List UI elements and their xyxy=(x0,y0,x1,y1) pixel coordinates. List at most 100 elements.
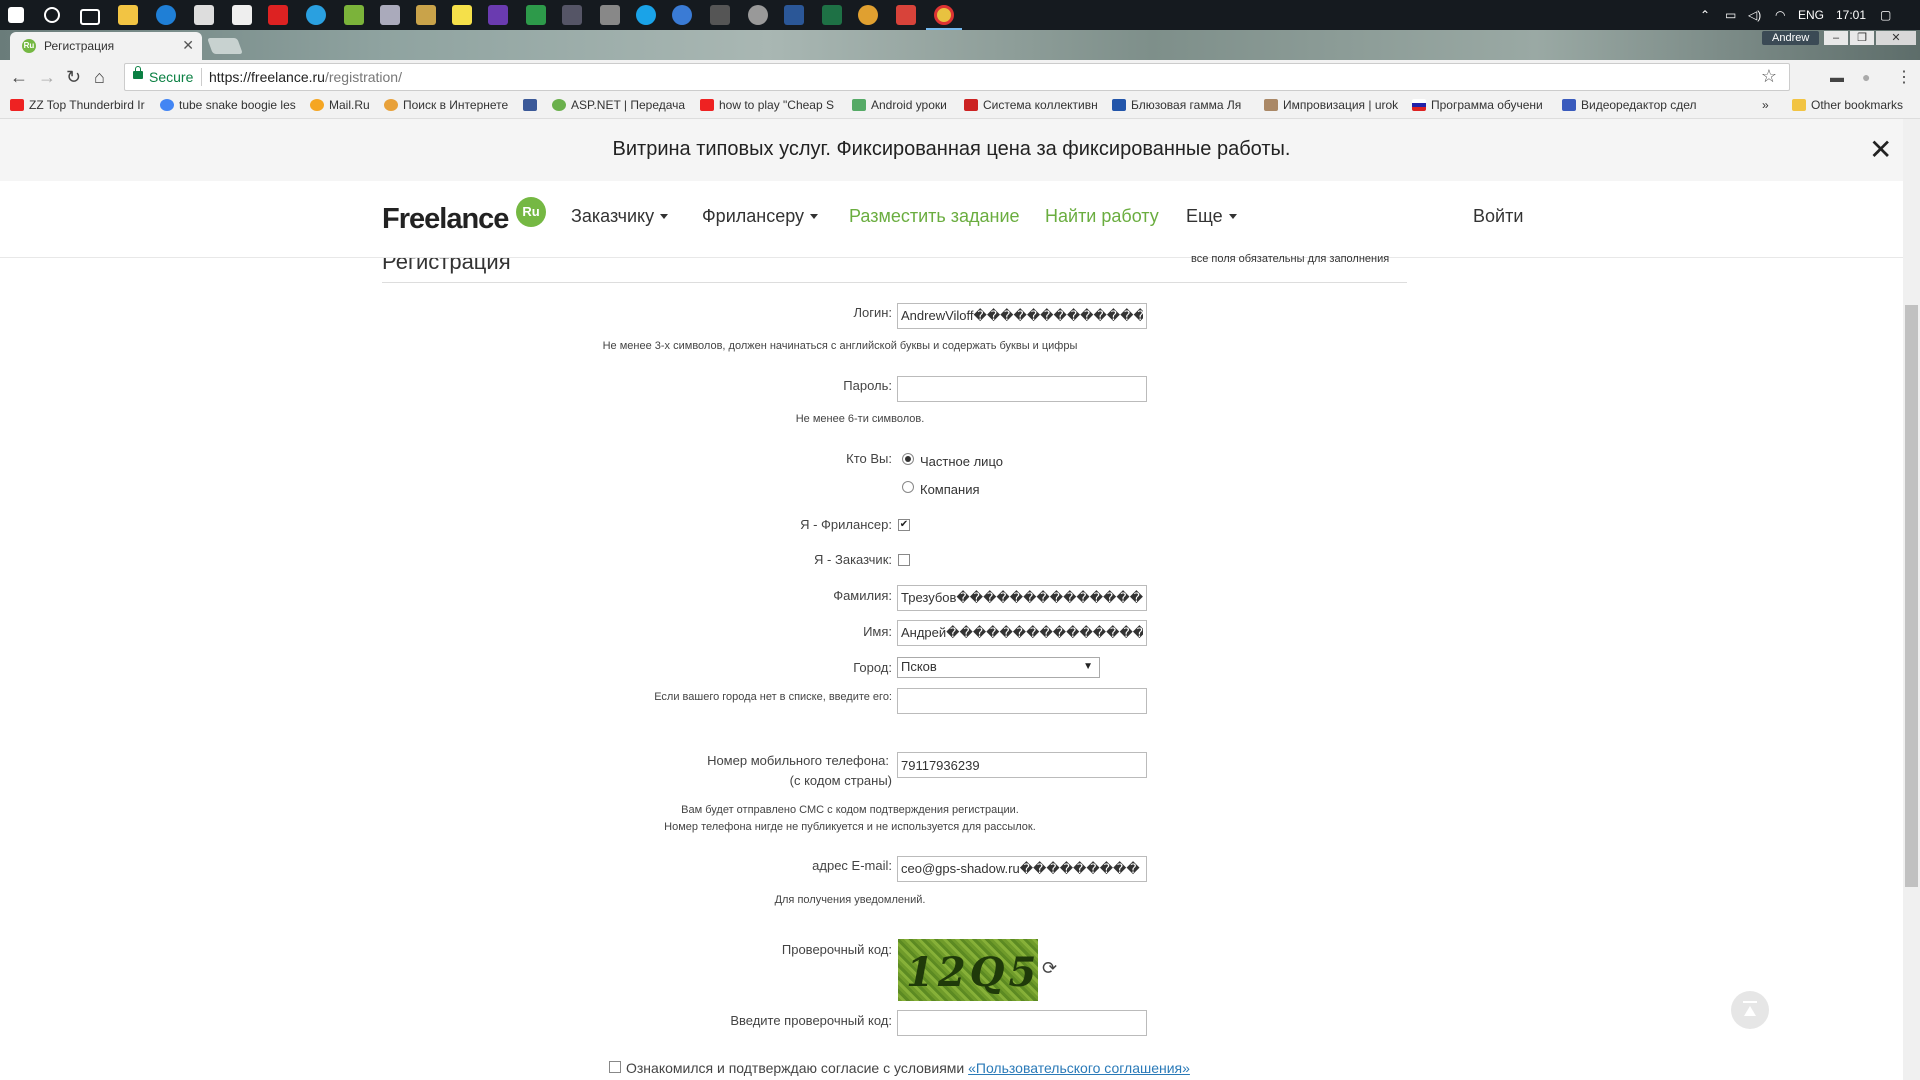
bookmark-item[interactable]: Система коллективн xyxy=(964,98,1104,112)
volume-icon[interactable]: ◁) xyxy=(1748,0,1761,30)
forward-icon[interactable]: → xyxy=(38,67,56,88)
city-other-label: Если вашего города нет в списке, введите… xyxy=(654,691,892,703)
file-explorer-icon[interactable] xyxy=(118,5,138,25)
email-input[interactable] xyxy=(897,856,1147,882)
chrome-icon[interactable] xyxy=(934,5,954,25)
bookmarks-overflow-icon[interactable]: » xyxy=(1762,98,1769,112)
login-input[interactable] xyxy=(897,303,1147,329)
search-icon[interactable] xyxy=(44,7,60,23)
android-studio-icon[interactable] xyxy=(344,5,364,25)
bookmark-item[interactable]: tube snake boogie les xyxy=(160,98,298,112)
browser-tab[interactable]: Ru Регистрация ✕ xyxy=(10,32,202,60)
required-note: все поля обязательны для заполнения xyxy=(1191,253,1390,265)
bookmark-item[interactable]: how to play "Cheap S xyxy=(700,98,838,112)
customer-checkbox[interactable] xyxy=(898,554,910,566)
bookmark-item[interactable]: Импровизация | urok xyxy=(1264,98,1399,112)
app-icon[interactable] xyxy=(600,5,620,25)
scroll-to-top-button[interactable] xyxy=(1731,991,1769,1029)
settings-icon[interactable] xyxy=(748,5,768,25)
nav-find-work[interactable]: Найти работу xyxy=(1045,206,1159,227)
tray-chevron-icon[interactable]: ⌃ xyxy=(1700,0,1710,30)
bookmark-item[interactable]: ASP.NET | Передача xyxy=(552,98,687,112)
bookmark-item[interactable]: Блюзовая гамма Ля xyxy=(1112,98,1250,112)
url-text[interactable]: https://freelance.ru/registration/ xyxy=(209,69,402,85)
wifi-icon[interactable]: ◠ xyxy=(1775,0,1785,30)
crown-icon xyxy=(1562,99,1576,111)
task-view-icon[interactable] xyxy=(80,9,100,25)
word-icon[interactable] xyxy=(784,5,804,25)
radio-private-label[interactable]: Частное лицо xyxy=(920,454,1003,469)
app-icon[interactable] xyxy=(672,5,692,25)
name-input[interactable] xyxy=(897,620,1147,646)
city-other-input[interactable] xyxy=(897,688,1147,714)
sticky-notes-icon[interactable] xyxy=(452,5,472,25)
windows-start-icon[interactable] xyxy=(8,7,24,23)
back-icon[interactable]: ← xyxy=(10,67,28,88)
bookmark-item[interactable]: Программа обучени xyxy=(1412,98,1550,112)
nav-more[interactable]: Еще xyxy=(1186,206,1237,227)
restore-button[interactable]: ❐ xyxy=(1850,31,1874,45)
login-link[interactable]: Войти xyxy=(1473,206,1523,227)
clock[interactable]: 17:01 xyxy=(1836,0,1866,30)
visual-studio-icon[interactable] xyxy=(488,5,508,25)
app-icon[interactable] xyxy=(858,5,878,25)
bookmark-item[interactable]: Android уроки xyxy=(852,98,952,112)
reload-icon[interactable]: ↻ xyxy=(66,67,81,88)
other-bookmarks[interactable]: Other bookmarks xyxy=(1792,98,1903,112)
app-icon[interactable] xyxy=(416,5,436,25)
acrobat-icon[interactable] xyxy=(268,5,288,25)
page-scrollbar[interactable] xyxy=(1903,119,1920,1080)
excel-icon[interactable] xyxy=(822,5,842,25)
radio-private[interactable] xyxy=(902,453,914,465)
app-icon[interactable] xyxy=(710,5,730,25)
close-icon[interactable]: ✕ xyxy=(1869,133,1892,166)
close-window-button[interactable]: ✕ xyxy=(1876,31,1916,45)
site-logo[interactable]: Freelance xyxy=(382,203,509,236)
captcha-text: 12Q5 xyxy=(906,949,1041,996)
battery-icon[interactable]: ▭ xyxy=(1725,0,1736,30)
store-icon[interactable] xyxy=(194,5,214,25)
tab-close-icon[interactable]: ✕ xyxy=(182,37,194,54)
bookmark-item[interactable] xyxy=(523,98,543,112)
radio-company-label[interactable]: Компания xyxy=(920,482,980,497)
bookmark-item[interactable]: Видеоредактор сдел xyxy=(1562,98,1698,112)
user-agreement-link[interactable]: «Пользовательского соглашения» xyxy=(968,1060,1190,1076)
bookmark-item[interactable]: ZZ Top Thunderbird Ir xyxy=(10,98,148,112)
profile-badge[interactable]: Andrew xyxy=(1762,31,1820,45)
bookmark-item[interactable]: Mail.Ru xyxy=(310,98,376,112)
password-input[interactable] xyxy=(897,376,1147,402)
ie-icon[interactable] xyxy=(306,5,326,25)
language-indicator[interactable]: ENG xyxy=(1798,0,1824,30)
banner-text: Витрина типовых услуг. Фиксированная цен… xyxy=(612,138,1291,160)
refresh-captcha-icon[interactable]: ⟳ xyxy=(1042,958,1057,979)
city-select[interactable]: Псков ▼ xyxy=(897,657,1100,678)
minimize-button[interactable]: – xyxy=(1824,31,1848,45)
menu-kebab-icon[interactable]: ⋮ xyxy=(1896,67,1912,87)
edge-icon[interactable] xyxy=(156,5,176,25)
skype-icon[interactable] xyxy=(636,5,656,25)
phone-input[interactable] xyxy=(897,752,1147,778)
freelancer-checkbox[interactable]: ✔ xyxy=(898,519,910,531)
nav-freelancer[interactable]: Фрилансеру xyxy=(702,206,819,227)
captcha-input[interactable] xyxy=(897,1010,1147,1036)
new-tab-button[interactable] xyxy=(207,38,243,54)
app-icon[interactable] xyxy=(232,5,252,25)
app-icon[interactable] xyxy=(526,5,546,25)
extension-icon[interactable]: ▬ xyxy=(1830,69,1844,85)
bookmark-star-icon[interactable]: ☆ xyxy=(1761,66,1777,87)
address-bar[interactable]: Secure https://freelance.ru/registration… xyxy=(124,63,1790,91)
nav-customer[interactable]: Заказчику xyxy=(571,206,669,227)
app-icon[interactable] xyxy=(380,5,400,25)
surname-input[interactable] xyxy=(897,585,1147,611)
app-icon[interactable] xyxy=(562,5,582,25)
scrollbar-thumb[interactable] xyxy=(1905,305,1918,887)
bookmark-item[interactable]: Поиск в Интернете xyxy=(384,98,514,112)
app-icon[interactable] xyxy=(896,5,916,25)
radio-company[interactable] xyxy=(902,481,914,493)
home-icon[interactable]: ⌂ xyxy=(94,67,105,88)
nav-post-task[interactable]: Разместить задание xyxy=(849,206,1020,227)
action-center-icon[interactable]: ▢ xyxy=(1880,0,1891,30)
extension-icon[interactable]: ● xyxy=(1862,69,1870,85)
name-label: Имя: xyxy=(863,624,892,639)
agree-checkbox[interactable] xyxy=(609,1061,621,1073)
